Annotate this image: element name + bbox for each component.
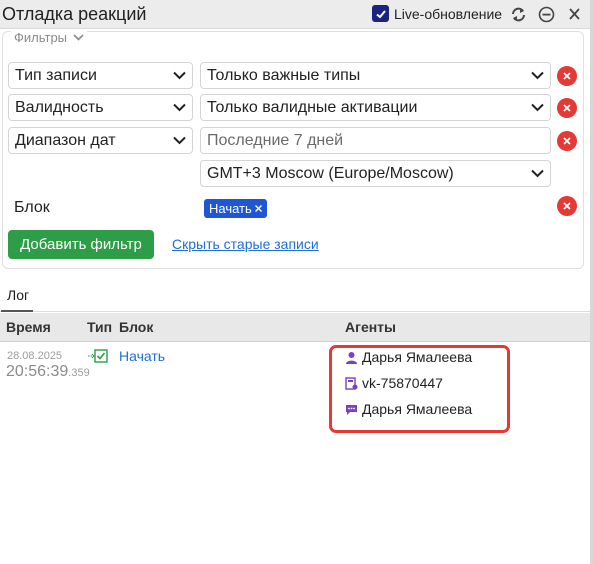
column-header-type[interactable]: Тип [87, 319, 112, 335]
block-tag[interactable]: Начать [204, 199, 267, 218]
live-update-checkbox[interactable] [372, 5, 389, 22]
filter-field-select-1[interactable]: Тип записи [8, 62, 193, 89]
filter-value-text: Только важные типы [207, 67, 361, 84]
agent-vk-page: vk-75870447 [345, 375, 443, 391]
row-time-main: 20:56:39 [6, 363, 69, 380]
tab-active-indicator [1, 310, 33, 312]
filter-field-select-2[interactable]: Валидность [8, 94, 193, 121]
close-icon [563, 202, 571, 210]
tag-remove-icon [254, 205, 262, 212]
filters-legend[interactable]: Фильтры [11, 30, 88, 45]
column-header-time[interactable]: Время [6, 319, 51, 335]
filter-field-value: Валидность [15, 99, 104, 116]
block-tag-label: Начать [209, 201, 252, 216]
chevron-down-icon [73, 34, 84, 41]
agent-name: Дарья Ямалеева [362, 349, 473, 365]
column-header-block[interactable]: Блок [119, 319, 153, 335]
activation-type-icon [88, 348, 108, 369]
close-icon [563, 104, 571, 112]
date-range-value: Последние 7 дней [207, 132, 344, 149]
refresh-icon[interactable] [510, 6, 527, 23]
tab-log[interactable]: Лог [7, 287, 29, 303]
filter-field-value: Диапазон дат [15, 132, 116, 149]
chevron-down-icon [173, 136, 186, 145]
timezone-select[interactable]: GMT+3 Moscow (Europe/Moscow) [200, 160, 551, 187]
agent-name: Дарья Ямалеева [362, 401, 473, 417]
chevron-down-icon [531, 71, 544, 80]
chevron-down-icon [173, 103, 186, 112]
hide-old-records-link[interactable]: Скрыть старые записи [172, 236, 319, 252]
agent-chat: Дарья Ямалеева [345, 401, 472, 417]
title-bar: Отладка реакций Live-обновление [0, 0, 590, 29]
agent-user: Дарья Ямалеева [345, 349, 472, 365]
remove-filter-button-1[interactable] [557, 66, 577, 86]
close-icon[interactable] [566, 6, 583, 23]
chevron-down-icon [531, 169, 544, 178]
remove-filter-button-3[interactable] [557, 131, 577, 151]
filter-value-text: Только валидные активации [207, 99, 418, 116]
row-time-ms: .359 [68, 367, 90, 379]
remove-filter-button-4[interactable] [557, 196, 577, 216]
filter-value-select-2[interactable]: Только валидные активации [200, 94, 551, 121]
block-filter-label: Блок [14, 199, 50, 216]
tab-divider [0, 311, 590, 312]
minus-circle-icon[interactable] [538, 6, 555, 23]
vk-page-icon [345, 376, 358, 390]
timezone-value: GMT+3 Moscow (Europe/Moscow) [207, 165, 454, 182]
window-title: Отладка реакций [2, 4, 147, 24]
date-range-input[interactable]: Последние 7 дней [200, 127, 551, 154]
close-icon [563, 137, 571, 145]
row-time: 20:56:39.359 [6, 363, 90, 381]
chat-bubble-icon [346, 404, 357, 415]
checkmark-icon [375, 9, 386, 18]
chevron-down-icon [173, 71, 186, 80]
remove-filter-button-2[interactable] [557, 98, 577, 118]
row-block-link[interactable]: Начать [119, 348, 165, 364]
chevron-down-icon [531, 103, 544, 112]
add-filter-button[interactable]: Добавить фильтр [8, 230, 154, 259]
filter-field-select-3[interactable]: Диапазон дат [8, 127, 193, 154]
column-header-agents[interactable]: Агенты [345, 319, 396, 335]
table-header: Время Тип Блок Агенты [0, 313, 590, 342]
filter-value-select-1[interactable]: Только важные типы [200, 62, 551, 89]
row-date: 28.08.2025 [7, 350, 63, 362]
live-update-toggle[interactable]: Live-обновление [372, 5, 502, 22]
filter-field-value: Тип записи [15, 67, 97, 84]
user-icon [346, 351, 357, 364]
close-icon [563, 72, 571, 80]
live-update-label: Live-обновление [394, 5, 503, 22]
filters-legend-label: Фильтры [14, 30, 68, 45]
agent-name: vk-75870447 [362, 375, 443, 391]
